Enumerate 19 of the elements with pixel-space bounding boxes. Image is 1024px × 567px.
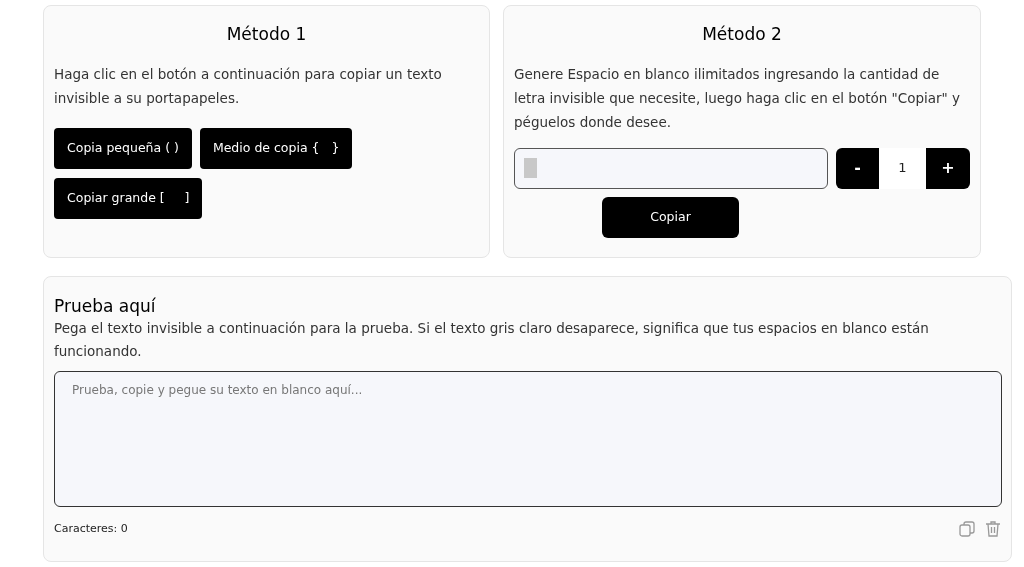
test-text-area[interactable]: Prueba, copie y pegue su texto en blanco aquí... — [54, 371, 1002, 507]
trash-icon[interactable] — [985, 521, 1001, 538]
copy-button[interactable]: Copiar — [602, 196, 739, 238]
text-field[interactable] — [514, 147, 828, 189]
description-text: Pega el texto invisible a continuación para la prueba. Si el texto gris claro desaparece, significa que tus espacios en blanco están funcionando. — [54, 319, 930, 361]
increment-button[interactable]: + — [926, 147, 970, 189]
description-text: Haga clic en el botón a continuación para copiar un texto invisible a su portapapeles. — [54, 64, 443, 108]
copy-button[interactable]: Medio de copia { } — [199, 127, 353, 169]
decrement-button[interactable]: - — [836, 147, 879, 189]
copy-button[interactable]: Copia pequeña ( ) — [54, 127, 192, 169]
copy-button[interactable]: Copiar grande [ ] — [54, 177, 203, 219]
card-title: Método 2 — [701, 23, 783, 46]
selection-mark — [524, 158, 537, 178]
copy-icon[interactable] — [959, 521, 975, 538]
character-count: Caracteres: 0 — [54, 521, 128, 537]
section-title: Prueba aquí — [54, 295, 157, 317]
card-title: Método 1 — [225, 23, 308, 46]
description-text: Genere Espacio en blanco ilimitados ingresando la cantidad de letra invisible que necesite, luego haga clic en el botón "Copiar" y péguelos donde desee. — [514, 64, 962, 132]
quantity-field[interactable]: 1 — [879, 147, 926, 189]
